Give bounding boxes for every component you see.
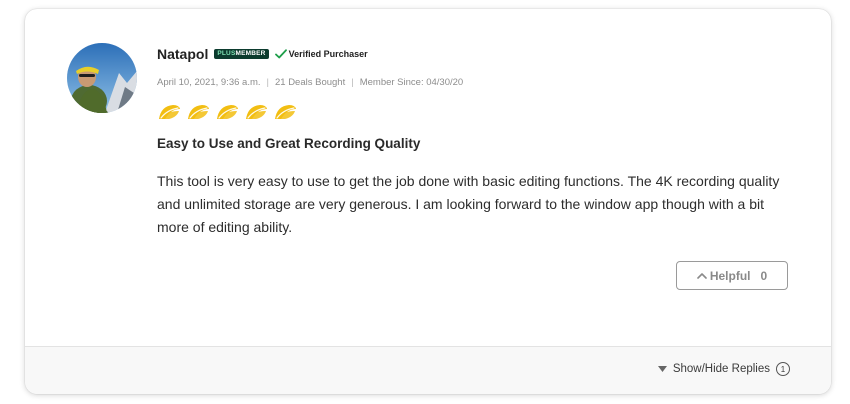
checkmark-icon — [274, 49, 287, 59]
caret-down-icon — [657, 365, 667, 373]
review-card: Natapol PLUS MEMBER Verified Purchaser Ap… — [25, 9, 831, 394]
verified-purchaser: Verified Purchaser — [274, 49, 368, 59]
meta-divider: | — [351, 77, 354, 88]
review-date: April 10, 2021, 9:36 a.m. — [157, 77, 261, 88]
helpful-button[interactable]: Helpful 0 — [676, 261, 788, 290]
replies-label: Show/Hide Replies — [672, 363, 770, 375]
taco-icon — [275, 105, 296, 119]
reviewer-name[interactable]: Natapol — [157, 46, 208, 62]
helpful-label: Helpful — [709, 268, 751, 283]
deals-bought: 21 Deals Bought — [274, 77, 346, 88]
review-meta: April 10, 2021, 9:36 a.m. | 21 Deals Bough… — [157, 77, 463, 88]
taco-icon — [246, 105, 267, 119]
rating-stars — [157, 103, 302, 121]
member-badge-text: MEMBER — [235, 49, 266, 57]
avatar — [67, 43, 137, 113]
review-footer: Show/Hide Replies 1 — [25, 346, 831, 394]
plus-badge-text: PLUS — [217, 49, 236, 57]
reviewer-header: Natapol PLUS MEMBER Verified Purchaser — [157, 46, 368, 62]
taco-icon — [159, 105, 180, 119]
taco-icon — [188, 105, 209, 119]
member-since: Member Since: 04/30/20 — [359, 77, 464, 88]
review-title: Easy to Use and Great Recording Quality — [157, 136, 421, 151]
taco-icon — [217, 105, 238, 119]
avatar-image — [67, 43, 137, 113]
review-body: This tool is very easy to use to get the… — [157, 173, 780, 235]
replies-count-badge: 1 — [776, 362, 790, 376]
meta-divider: | — [266, 77, 269, 88]
plus-member-badge: PLUS MEMBER — [214, 48, 269, 60]
verified-label: Verified Purchaser — [288, 49, 368, 59]
show-hide-replies-toggle[interactable]: Show/Hide Replies 1 — [657, 362, 790, 376]
chevron-up-icon — [697, 272, 707, 279]
helpful-count: 0 — [760, 268, 768, 283]
